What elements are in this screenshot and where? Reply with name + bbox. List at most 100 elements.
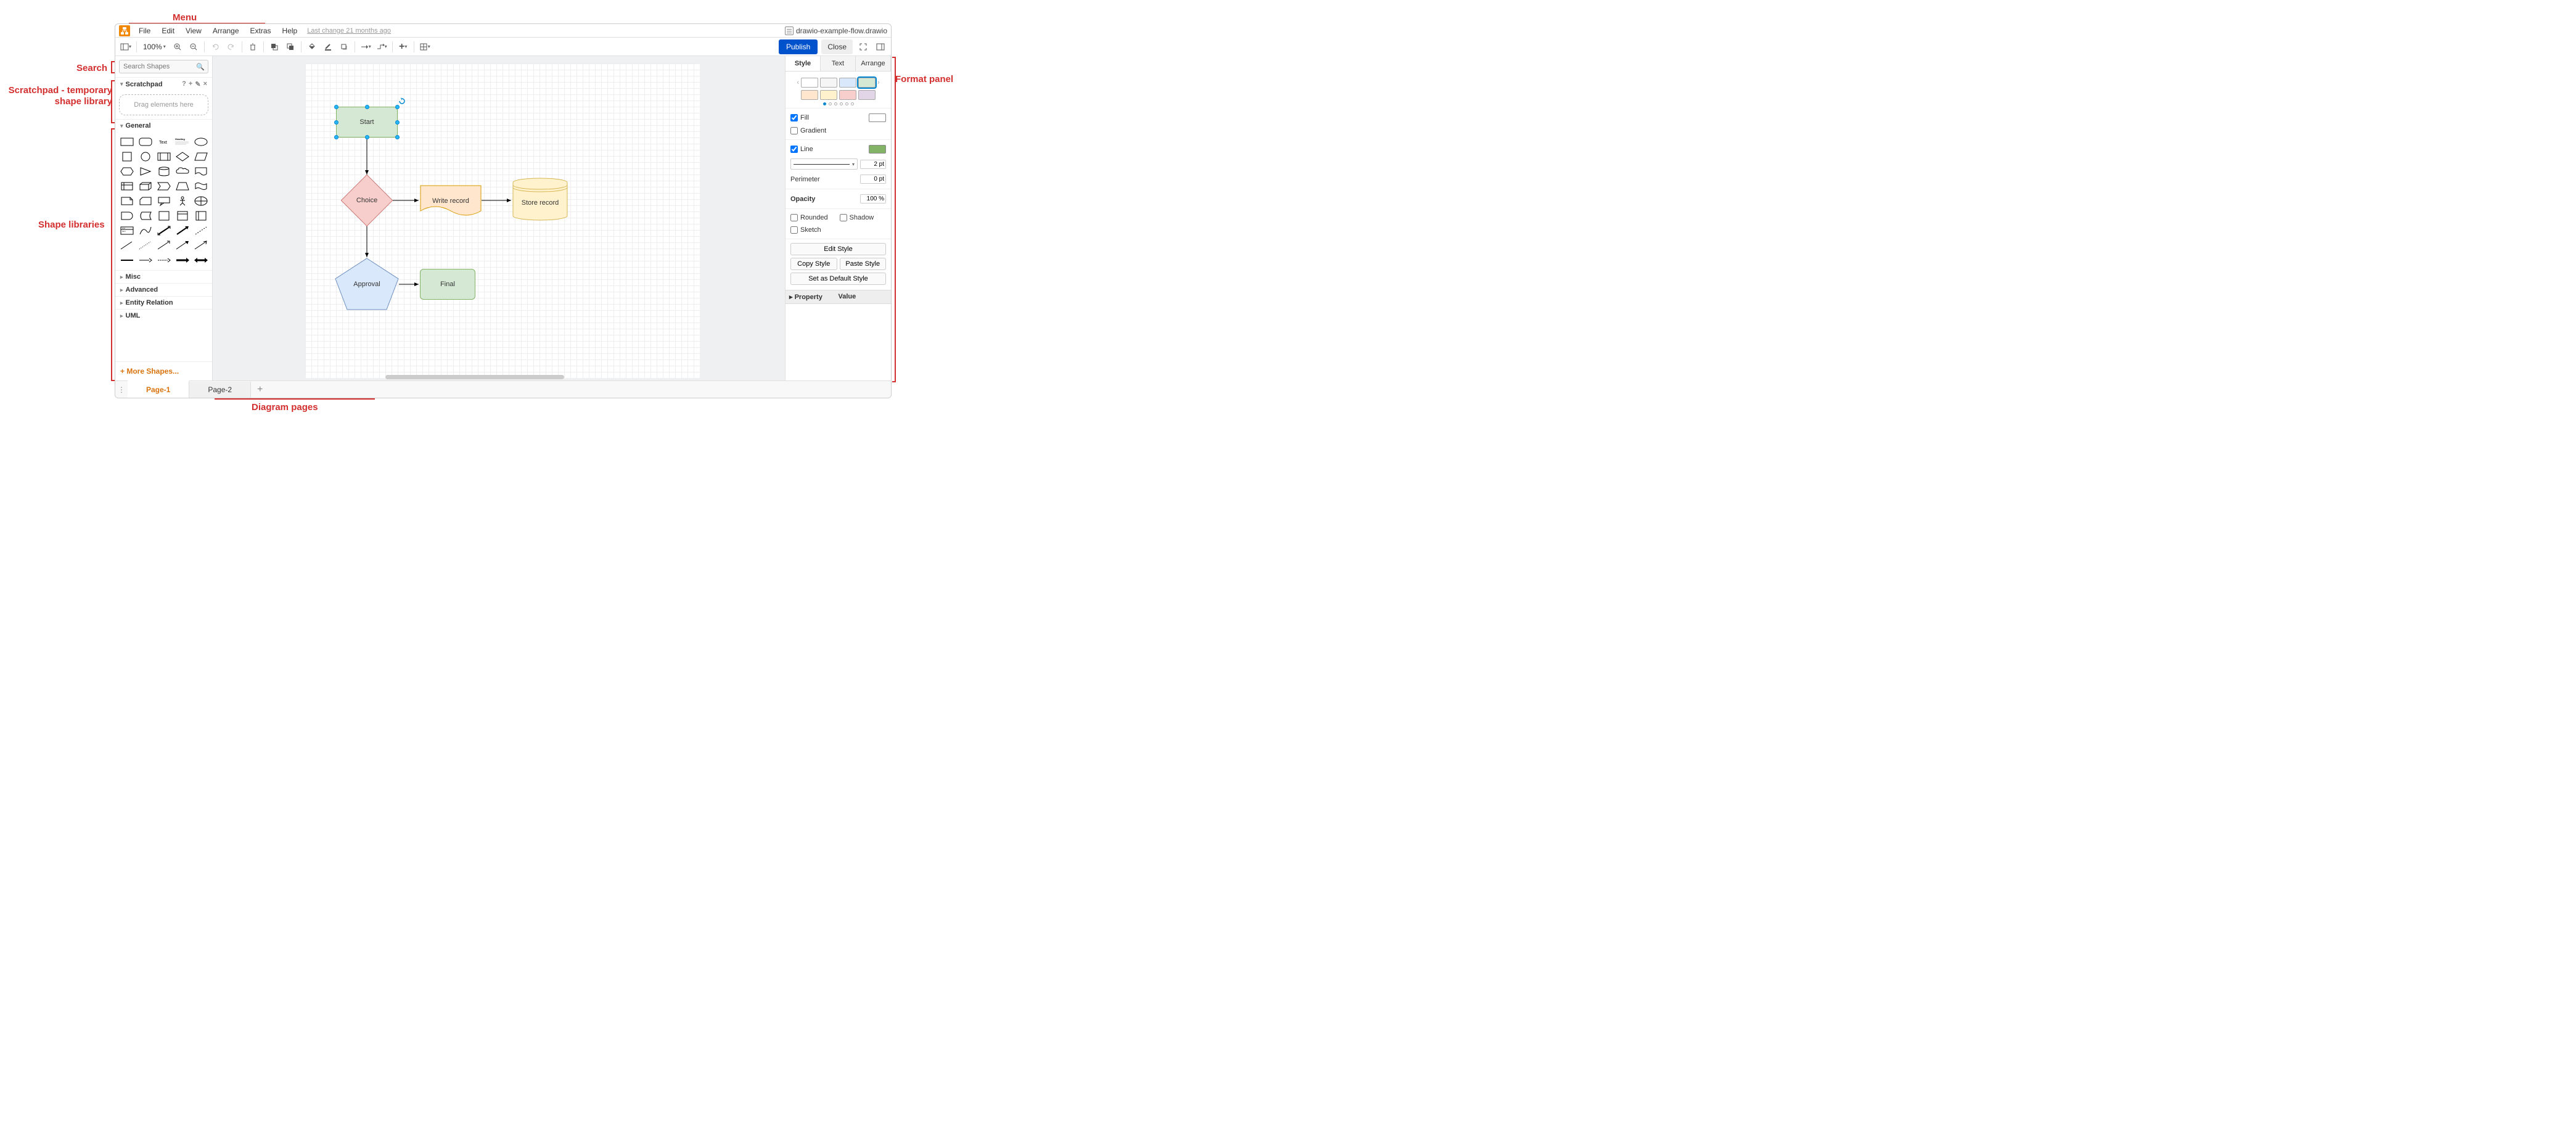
shape-container[interactable]: [156, 210, 172, 222]
shape-link2[interactable]: [137, 254, 154, 266]
swatch-yellow[interactable]: [820, 90, 837, 100]
shape-link3[interactable]: [156, 254, 172, 266]
tab-text[interactable]: Text: [821, 56, 856, 71]
advanced-header[interactable]: ▸Advanced: [115, 283, 212, 296]
shape-or[interactable]: [193, 195, 209, 207]
more-shapes-button[interactable]: + More Shapes...: [115, 361, 212, 380]
menu-help[interactable]: Help: [277, 25, 303, 36]
shape-cloud[interactable]: [174, 165, 191, 178]
er-header[interactable]: ▸Entity Relation: [115, 296, 212, 309]
swatch-purple[interactable]: [858, 90, 876, 100]
shape-line-dotted[interactable]: [137, 239, 154, 252]
last-change-link[interactable]: Last change 21 months ago: [307, 27, 391, 35]
rounded-checkbox[interactable]: [790, 214, 798, 221]
fullscreen-icon[interactable]: [856, 40, 870, 54]
menu-edit[interactable]: Edit: [157, 25, 179, 36]
search-input[interactable]: [119, 60, 208, 73]
line-checkbox[interactable]: [790, 146, 798, 153]
shape-line-open[interactable]: [193, 239, 209, 252]
menu-extras[interactable]: Extras: [245, 25, 276, 36]
gradient-checkbox[interactable]: [790, 127, 798, 134]
scratchpad-dropzone[interactable]: Drag elements here: [119, 94, 208, 115]
shape-parallelogram[interactable]: [193, 150, 209, 163]
node-choice[interactable]: Choice: [341, 175, 393, 226]
toggle-sidebar-icon[interactable]: ▾: [119, 40, 133, 54]
waypoint-icon[interactable]: ▾: [375, 40, 388, 54]
shape-cylinder[interactable]: [156, 165, 172, 178]
node-approval[interactable]: Approval: [335, 258, 399, 310]
format-panel-toggle-icon[interactable]: [874, 40, 887, 54]
menu-file[interactable]: File: [134, 25, 155, 36]
horizontal-scrollbar[interactable]: [385, 375, 564, 379]
fill-checkbox[interactable]: [790, 114, 798, 121]
shape-cube[interactable]: [137, 180, 154, 192]
app-logo[interactable]: [119, 25, 130, 36]
shape-square[interactable]: [119, 150, 135, 163]
general-header[interactable]: ▾General: [115, 119, 212, 132]
shape-circle[interactable]: [137, 150, 154, 163]
page-tab-1[interactable]: Page-1: [128, 380, 189, 398]
shape-bidir-arrow[interactable]: [156, 224, 172, 237]
shape-container-h[interactable]: [174, 210, 191, 222]
scratchpad-header[interactable]: ▾ Scratchpad ? + ✎ ×: [115, 77, 212, 91]
line-color-box[interactable]: [869, 145, 886, 154]
shape-card[interactable]: [137, 195, 154, 207]
zoom-out-icon[interactable]: [187, 40, 200, 54]
shape-rect[interactable]: [119, 136, 135, 148]
zoom-select[interactable]: 100%▾: [141, 43, 168, 51]
to-back-icon[interactable]: [284, 40, 297, 54]
shape-and[interactable]: [119, 210, 135, 222]
shape-line-arrow3[interactable]: [174, 239, 191, 252]
shape-data-storage[interactable]: [137, 210, 154, 222]
swatch-green[interactable]: [858, 78, 876, 88]
edit-style-button[interactable]: Edit Style: [790, 243, 886, 255]
line-style-select[interactable]: ▾: [790, 158, 858, 170]
swatch-orange[interactable]: [801, 90, 818, 100]
shape-ellipse[interactable]: [193, 136, 209, 148]
scratchpad-close-icon[interactable]: ×: [203, 80, 207, 88]
opacity-input[interactable]: [860, 194, 886, 203]
swatch-blue[interactable]: [839, 78, 856, 88]
node-start[interactable]: Start: [336, 107, 398, 138]
menu-view[interactable]: View: [181, 25, 207, 36]
page-menu-icon[interactable]: ⋮: [115, 385, 128, 394]
undo-icon[interactable]: [208, 40, 222, 54]
shape-step[interactable]: [156, 180, 172, 192]
fill-color-box[interactable]: [869, 113, 886, 122]
shadow-icon[interactable]: [337, 40, 351, 54]
shape-list[interactable]: ListItem: [119, 224, 135, 237]
delete-icon[interactable]: [246, 40, 260, 54]
publish-button[interactable]: Publish: [779, 39, 818, 54]
insert-icon[interactable]: +▾: [396, 40, 410, 54]
shape-hexagon[interactable]: [119, 165, 135, 178]
close-button[interactable]: Close: [821, 39, 853, 54]
swatch-white[interactable]: [801, 78, 818, 88]
shape-diamond[interactable]: [174, 150, 191, 163]
shape-document[interactable]: [193, 165, 209, 178]
scratchpad-help-icon[interactable]: ?: [182, 80, 186, 88]
shape-container-v[interactable]: [193, 210, 209, 222]
shape-link4[interactable]: [174, 254, 191, 266]
shape-link1[interactable]: [119, 254, 135, 266]
perimeter-input[interactable]: [860, 175, 886, 184]
paste-style-button[interactable]: Paste Style: [840, 258, 887, 270]
zoom-in-icon[interactable]: [171, 40, 184, 54]
shape-trapezoid[interactable]: [174, 180, 191, 192]
shape-internal-storage[interactable]: [119, 180, 135, 192]
shape-textbox[interactable]: Heading: [174, 136, 191, 148]
scratchpad-add-icon[interactable]: +: [189, 80, 192, 88]
shape-process[interactable]: [156, 150, 172, 163]
tab-style[interactable]: Style: [786, 56, 821, 71]
swatch-red[interactable]: [839, 90, 856, 100]
node-final[interactable]: Final: [420, 269, 475, 300]
default-style-button[interactable]: Set as Default Style: [790, 273, 886, 285]
tab-arrange[interactable]: Arrange: [856, 56, 891, 71]
shape-actor[interactable]: [174, 195, 191, 207]
swatch-next-icon[interactable]: ›: [877, 79, 880, 86]
shape-triangle[interactable]: [137, 165, 154, 178]
node-store-record[interactable]: Store record: [512, 178, 568, 221]
table-icon[interactable]: ▾: [418, 40, 432, 54]
menu-arrange[interactable]: Arrange: [208, 25, 244, 36]
copy-style-button[interactable]: Copy Style: [790, 258, 837, 270]
shape-rounded-rect[interactable]: [137, 136, 154, 148]
